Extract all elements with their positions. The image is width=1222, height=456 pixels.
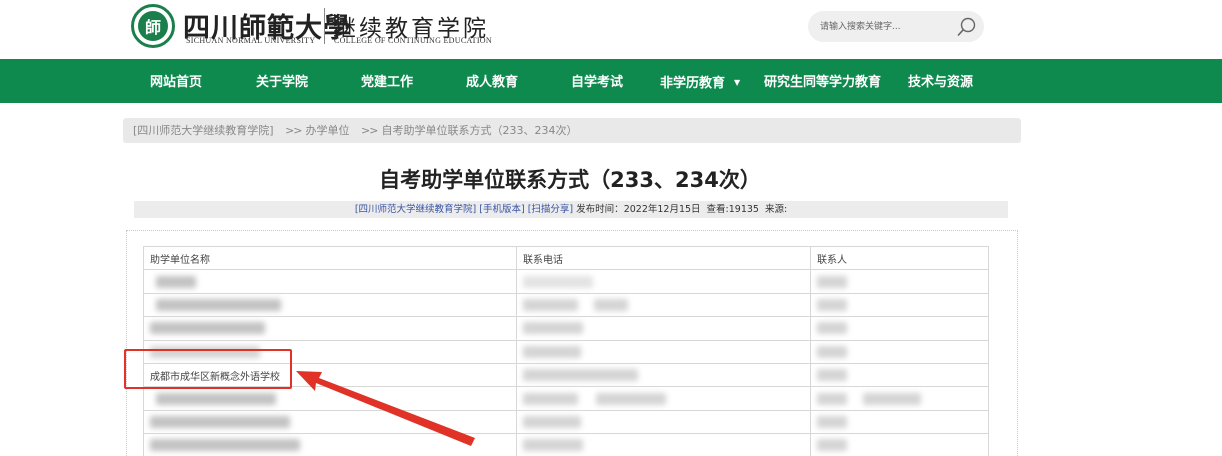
- nav-label: 非学历教育: [660, 76, 726, 91]
- redacted-cell: [143, 386, 517, 411]
- breadcrumb-root[interactable]: [四川师范大学继续教育学院]: [133, 124, 274, 137]
- redacted-cell: [516, 339, 811, 364]
- redacted-cell: [143, 409, 517, 435]
- redacted-cell: [143, 433, 517, 456]
- redacted-cell: [516, 316, 811, 341]
- college-name-en: COLLEGE OF CONTINUING EDUCATION: [334, 36, 492, 45]
- published-date: 2022年12月15日: [623, 204, 701, 215]
- redacted-cell: [810, 292, 989, 318]
- nav-label: 技术与资源: [908, 75, 974, 90]
- table-row: [143, 433, 989, 456]
- site-header: 師 四川師範大學 SICHUAN NORMAL UNIVERSITY 继续教育学…: [0, 0, 1222, 59]
- nav-item-self-study-exam[interactable]: 自学考试: [571, 59, 623, 103]
- nav-item-about[interactable]: 关于学院: [256, 59, 308, 103]
- redacted-cell: [810, 409, 989, 435]
- university-seal-logo[interactable]: 師: [131, 4, 175, 48]
- redacted-cell: [516, 269, 811, 294]
- table-row: [143, 269, 989, 294]
- search-input[interactable]: [820, 17, 948, 37]
- redacted-cell: [516, 362, 811, 388]
- redacted-cell: [810, 269, 989, 294]
- header-unit-name: 助学单位名称: [143, 245, 517, 271]
- redacted-cell: [516, 433, 811, 456]
- views-label: 查看:: [706, 204, 729, 215]
- main-nav: 网站首页 关于学院 党建工作 成人教育 自学考试 非学历教育 ▼ 研究生同等学力教…: [0, 59, 1222, 103]
- nav-item-tech-resources[interactable]: 技术与资源: [908, 59, 973, 103]
- redacted-cell: [516, 386, 811, 411]
- redacted-cell: [143, 316, 517, 341]
- nav-item-graduate-equivalent[interactable]: 研究生同等学力教育: [764, 59, 881, 103]
- page-title: 自考助学单位联系方式（233、234次）: [379, 168, 761, 192]
- breadcrumb-separator: >>: [361, 124, 378, 137]
- article-meta: [四川师范大学继续教育学院] [手机版本] [扫描分享] 发布时间：2022年1…: [134, 201, 1008, 218]
- nav-label: 自学考试: [571, 75, 624, 90]
- nav-item-home[interactable]: 网站首页: [150, 59, 202, 103]
- breadcrumb-level1[interactable]: 办学单位: [306, 124, 350, 137]
- source-label: 来源:: [764, 204, 788, 215]
- header-phone: 联系电话: [516, 245, 811, 271]
- breadcrumb-separator: >>: [285, 124, 302, 137]
- redacted-cell: [516, 292, 811, 318]
- breadcrumb-current: 自考助学单位联系方式（233、234次）: [381, 124, 578, 137]
- logo-divider: [324, 8, 325, 44]
- scan-share-link[interactable]: [扫描分享]: [528, 204, 573, 215]
- nav-label: 成人教育: [466, 75, 519, 90]
- nav-label: 研究生同等学力教育: [764, 75, 882, 90]
- nav-label: 网站首页: [150, 75, 203, 90]
- nav-label: 党建工作: [361, 75, 414, 90]
- table-row: [143, 316, 989, 341]
- nav-label: 关于学院: [256, 75, 309, 90]
- seal-character: 師: [138, 11, 168, 41]
- table-header-row: 助学单位名称 联系电话 联系人: [143, 245, 989, 271]
- redacted-cell: [810, 339, 989, 364]
- nav-item-adult-education[interactable]: 成人教育: [466, 59, 518, 103]
- breadcrumb: [四川师范大学继续教育学院] >> 办学单位 >> 自考助学单位联系方式（233、2…: [123, 118, 1021, 143]
- redacted-cell: [143, 292, 517, 318]
- source-link[interactable]: [四川师范大学继续教育学院]: [355, 204, 476, 215]
- redacted-cell: [810, 386, 989, 411]
- published-label: 发布时间：: [576, 204, 624, 215]
- table-row: [143, 292, 989, 318]
- redacted-cell: [516, 409, 811, 435]
- redacted-cell: [810, 433, 989, 456]
- search-icon[interactable]: [956, 16, 978, 38]
- highlight-box: [124, 349, 292, 389]
- nav-item-non-degree[interactable]: 非学历教育 ▼: [660, 59, 740, 103]
- redacted-cell: [810, 316, 989, 341]
- table-row: [143, 409, 989, 435]
- chevron-down-icon: ▼: [734, 78, 741, 87]
- views-count: 19135: [728, 204, 759, 215]
- nav-item-party-building[interactable]: 党建工作: [361, 59, 413, 103]
- university-name-en: SICHUAN NORMAL UNIVERSITY: [186, 36, 316, 45]
- header-contact: 联系人: [810, 245, 989, 271]
- redacted-cell: [810, 362, 989, 388]
- redacted-cell: [143, 269, 517, 294]
- search-box: [808, 11, 984, 42]
- table-row: [143, 386, 989, 411]
- mobile-version-link[interactable]: [手机版本]: [479, 204, 524, 215]
